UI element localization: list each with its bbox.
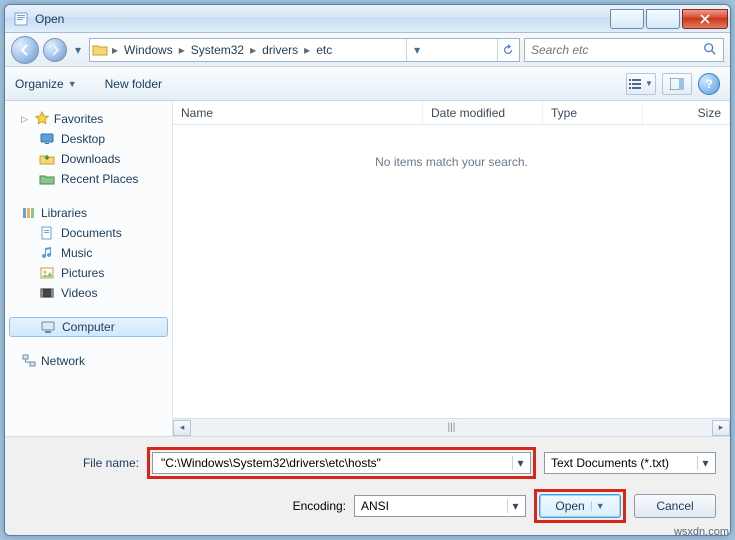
filename-label: File name:: [19, 456, 139, 470]
filter-combo[interactable]: Text Documents (*.txt) ▾: [544, 452, 716, 474]
network-icon: [21, 353, 37, 369]
history-dropdown[interactable]: ▾: [71, 43, 85, 57]
encoding-label: Encoding:: [293, 499, 346, 513]
chevron-right-icon[interactable]: ▸: [177, 43, 187, 57]
sidebar-item-desktop[interactable]: Desktop: [5, 129, 172, 149]
open-dialog: Open ▾ ▸ Windows ▸ System32 ▸ drivers: [4, 4, 731, 536]
column-name[interactable]: Name: [173, 101, 423, 124]
app-icon: [13, 11, 29, 27]
sidebar-item-computer[interactable]: Computer: [9, 317, 168, 337]
chevron-down-icon[interactable]: ▾: [697, 456, 713, 470]
sidebar-item-documents[interactable]: Documents: [5, 223, 172, 243]
breadcrumb[interactable]: System32: [187, 39, 248, 61]
sidebar-item-downloads[interactable]: Downloads: [5, 149, 172, 169]
chevron-down-icon[interactable]: ▾: [507, 499, 523, 513]
new-folder-button[interactable]: New folder: [105, 77, 162, 91]
column-type[interactable]: Type: [543, 101, 643, 124]
column-date[interactable]: Date modified: [423, 101, 543, 124]
refresh-button[interactable]: [497, 39, 519, 61]
search-box[interactable]: [524, 38, 724, 62]
sidebar-item-music[interactable]: Music: [5, 243, 172, 263]
address-bar[interactable]: ▸ Windows ▸ System32 ▸ drivers ▸ etc ▾: [89, 38, 520, 62]
arrow-right-icon: [49, 44, 61, 56]
help-button[interactable]: ?: [698, 73, 720, 95]
chevron-right-icon[interactable]: ▸: [302, 43, 312, 57]
filter-value: Text Documents (*.txt): [551, 456, 697, 470]
recent-icon: [39, 171, 55, 187]
nav-bar: ▾ ▸ Windows ▸ System32 ▸ drivers ▸ etc ▾: [5, 33, 730, 67]
scroll-left-button[interactable]: ◂: [173, 420, 191, 436]
cancel-button[interactable]: Cancel: [634, 494, 716, 518]
search-icon[interactable]: [703, 42, 719, 58]
sidebar-item-videos[interactable]: Videos: [5, 283, 172, 303]
window-title: Open: [35, 12, 608, 26]
sidebar-item-pictures[interactable]: Pictures: [5, 263, 172, 283]
downloads-icon: [39, 151, 55, 167]
column-headers: Name Date modified Type Size: [173, 101, 730, 125]
breadcrumb[interactable]: Windows: [120, 39, 177, 61]
file-list[interactable]: No items match your search.: [173, 125, 730, 418]
refresh-icon: [502, 44, 514, 56]
chevron-down-icon[interactable]: ▾: [512, 456, 528, 470]
forward-button[interactable]: [43, 38, 67, 62]
open-button[interactable]: Open ▼: [539, 494, 621, 518]
chevron-right-icon[interactable]: ▸: [110, 43, 120, 57]
close-icon: [700, 14, 710, 24]
pictures-icon: [39, 265, 55, 281]
breadcrumb[interactable]: etc: [312, 39, 336, 61]
documents-icon: [39, 225, 55, 241]
music-icon: [39, 245, 55, 261]
sidebar-libraries[interactable]: Libraries: [5, 203, 172, 223]
encoding-value: ANSI: [361, 499, 507, 513]
scroll-track[interactable]: |||: [191, 420, 712, 436]
chevron-down-icon: ▼: [68, 79, 77, 89]
horizontal-scrollbar[interactable]: ◂ ||| ▸: [173, 418, 730, 436]
empty-message: No items match your search.: [375, 155, 528, 169]
column-size[interactable]: Size: [643, 101, 730, 124]
highlight-open: Open ▼: [534, 489, 626, 523]
libraries-icon: [21, 205, 37, 221]
breadcrumb[interactable]: drivers: [258, 39, 302, 61]
encoding-combo[interactable]: ANSI ▾: [354, 495, 526, 517]
highlight-filename: ▾: [147, 447, 536, 479]
filename-input[interactable]: [159, 455, 512, 471]
desktop-icon: [39, 131, 55, 147]
chevron-down-icon[interactable]: ▼: [591, 501, 605, 511]
sidebar-item-network[interactable]: Network: [5, 351, 172, 371]
filename-combo[interactable]: ▾: [152, 452, 531, 474]
sidebar-item-recent[interactable]: Recent Places: [5, 169, 172, 189]
preview-pane-button[interactable]: [662, 73, 692, 95]
star-icon: [34, 111, 50, 127]
watermark: wsxdn.com: [674, 526, 729, 538]
maximize-button[interactable]: [646, 9, 680, 29]
view-icon: [629, 78, 643, 90]
search-input[interactable]: [529, 42, 703, 58]
scroll-right-button[interactable]: ▸: [712, 420, 730, 436]
minimize-button[interactable]: [610, 9, 644, 29]
preview-icon: [670, 78, 684, 90]
view-options-button[interactable]: ▼: [626, 73, 656, 95]
close-button[interactable]: [682, 9, 728, 29]
chevron-down-icon: ▼: [645, 79, 653, 88]
sidebar: Favorites Desktop Downloads Recent Place…: [5, 101, 173, 436]
chevron-right-icon[interactable]: ▸: [248, 43, 258, 57]
organize-menu[interactable]: Organize ▼: [15, 77, 77, 91]
sidebar-favorites[interactable]: Favorites: [5, 109, 172, 129]
toolbar: Organize ▼ New folder ▼ ?: [5, 67, 730, 101]
file-list-area: Name Date modified Type Size No items ma…: [173, 101, 730, 436]
computer-icon: [40, 319, 56, 335]
videos-icon: [39, 285, 55, 301]
footer: File name: ▾ Text Documents (*.txt) ▾ En…: [5, 436, 730, 535]
titlebar[interactable]: Open: [5, 5, 730, 33]
back-button[interactable]: [11, 36, 39, 64]
address-dropdown[interactable]: ▾: [406, 39, 428, 61]
folder-icon: [92, 42, 108, 58]
arrow-left-icon: [19, 44, 31, 56]
